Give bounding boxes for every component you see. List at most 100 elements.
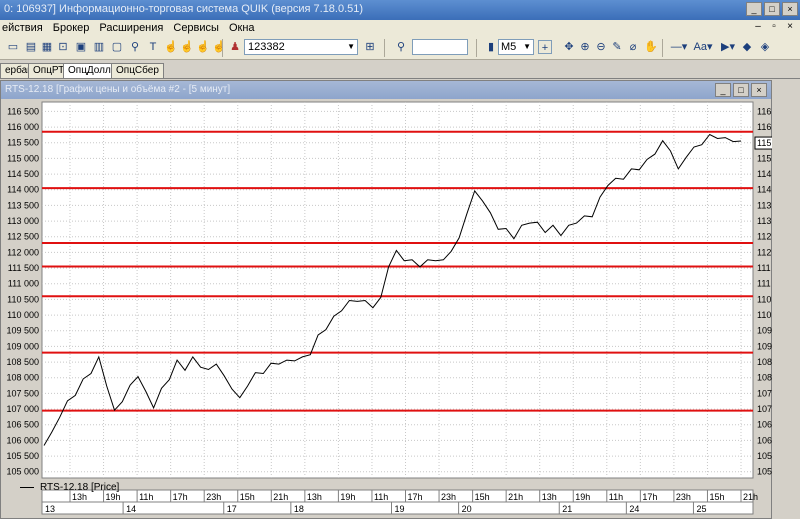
clear-icon[interactable]: ▣ <box>74 40 88 54</box>
minimize-button[interactable]: _ <box>746 2 762 16</box>
lock-icon[interactable]: ☝ <box>180 40 194 54</box>
hand-tool-icon[interactable]: ✋ <box>644 40 658 54</box>
fill-icon[interactable]: ◆ <box>740 40 754 54</box>
pin-icon[interactable]: ⚲ <box>128 40 142 54</box>
menu-broker[interactable]: Брокер <box>53 20 90 36</box>
search-input[interactable] <box>412 39 468 55</box>
y-tick-label-right: 116 500 <box>757 106 772 116</box>
list-icon[interactable]: ▢ <box>110 40 124 54</box>
mdi-restore-button[interactable]: ▫ <box>768 21 780 33</box>
y-tick-label-left: 114 500 <box>7 169 39 179</box>
y-tick-label-left: 115 500 <box>7 138 39 148</box>
menu-bar: ействия Брокер Расширения Сервисы Окна <box>0 20 800 36</box>
windows-icon[interactable]: ▭ <box>6 40 20 54</box>
account-select[interactable]: 123382 ▼ <box>244 39 358 55</box>
y-tick-label-left: 109 000 <box>6 341 39 351</box>
chevron-down-icon[interactable]: ▼ <box>523 40 531 54</box>
menu-services[interactable]: Сервисы <box>173 20 219 36</box>
y-tick-label-right: 105 500 <box>757 451 772 461</box>
font-icon[interactable]: Aa▾ <box>692 40 714 54</box>
day-tick-label: 24 <box>629 504 639 514</box>
mdi-close-button[interactable]: × <box>784 21 796 33</box>
y-tick-label-right: 108 500 <box>757 357 772 367</box>
day-tick-label: 19 <box>395 504 405 514</box>
y-tick-label-right: 108 000 <box>757 373 772 383</box>
y-tick-label-left: 108 000 <box>6 373 39 383</box>
y-tick-label-left: 113 000 <box>7 216 39 226</box>
mdi-minimize-button[interactable]: – <box>752 21 764 33</box>
time-tick-label: 13h <box>542 492 557 502</box>
y-tick-label-left: 112 500 <box>7 232 39 242</box>
move-icon[interactable]: ✥ <box>562 40 576 54</box>
separator <box>384 39 385 57</box>
y-tick-label-left: 105 500 <box>6 451 39 461</box>
day-tick-label: 20 <box>462 504 472 514</box>
hand-icon-2[interactable]: ☝ <box>196 40 210 54</box>
time-tick-label: 15h <box>709 492 724 502</box>
crosshair-icon[interactable]: + <box>538 40 552 54</box>
time-tick-label: 19h <box>575 492 590 502</box>
menu-actions[interactable]: ействия <box>2 20 43 36</box>
user-card-icon[interactable]: ⊞ <box>363 40 377 54</box>
pencil-icon[interactable]: ✎ <box>610 40 624 54</box>
y-tick-label-right: 112 500 <box>757 232 772 242</box>
tab-bar: ербанк ОпцРТС ОпцДоллар ОпцСбер <box>0 61 800 79</box>
close-button[interactable]: × <box>782 2 798 16</box>
right-strip <box>772 80 800 519</box>
search-icon[interactable]: ⚲ <box>394 40 408 54</box>
y-tick-label-left: 113 500 <box>7 200 39 210</box>
chart-legend: RTS-12.18 [Price] <box>20 482 119 493</box>
link-icon[interactable]: ⌀ <box>626 40 640 54</box>
y-tick-label-left: 106 500 <box>6 420 39 430</box>
y-tick-label-right: 115 000 <box>757 153 772 163</box>
period-select[interactable]: M5 ▼ <box>498 39 534 55</box>
zoom-in-icon[interactable]: ⊕ <box>578 40 592 54</box>
text-icon[interactable]: T <box>146 40 160 54</box>
line-style-icon[interactable]: —▾ <box>668 40 690 54</box>
y-tick-label-left: 111 000 <box>8 279 39 289</box>
y-tick-label-right: 107 500 <box>757 388 772 398</box>
menu-windows[interactable]: Окна <box>229 20 255 36</box>
grid-icon[interactable]: ◈ <box>758 40 772 54</box>
menu-extensions[interactable]: Расширения <box>99 20 163 36</box>
y-tick-label-right: 106 000 <box>757 435 772 445</box>
day-tick-label: 21 <box>562 504 572 514</box>
user-icon[interactable]: ♟ <box>228 40 242 54</box>
pause-icon[interactable]: ▤ <box>24 40 38 54</box>
time-tick-label: 19h <box>106 492 121 502</box>
time-tick-label: 17h <box>408 492 423 502</box>
time-tick-label: 23h <box>206 492 221 502</box>
time-tick-label: 19h <box>340 492 355 502</box>
y-tick-label-left: 107 000 <box>6 404 39 414</box>
y-tick-label-left: 115 000 <box>7 153 39 163</box>
bar-chart-icon[interactable]: ▮ <box>484 40 498 54</box>
magnifier-icon[interactable]: ⊡ <box>56 40 70 54</box>
plot-area <box>41 101 754 479</box>
day-tick-label: 25 <box>696 504 706 514</box>
y-tick-label-right: 109 500 <box>757 326 772 336</box>
y-tick-label-right: 114 500 <box>757 169 772 179</box>
legend-swatch <box>20 487 34 488</box>
time-tick-label: 13h <box>307 492 322 502</box>
toolbar: ▭ ▤ ▦ ⊡ ▣ ▥ ▢ ⚲ T ☝ ☝ ☝ ☝ ♟ ⊞ ⚲ ▮ + ✥ ⊕ … <box>0 36 800 60</box>
hand-icon-3[interactable]: ☝ <box>212 40 226 54</box>
period-value: M5 <box>501 41 517 53</box>
arrow-icon[interactable]: ▶▾ <box>718 40 738 54</box>
y-tick-label-right: 106 500 <box>757 420 772 430</box>
price-chart[interactable]: 105 000 105 000 105 500 105 500 106 000 106 0… <box>0 80 772 519</box>
y-tick-label-left: 110 000 <box>7 310 39 320</box>
info-icon[interactable]: ▥ <box>92 40 106 54</box>
y-tick-label-left: 114 000 <box>7 185 39 195</box>
zoom-out-icon[interactable]: ⊖ <box>594 40 608 54</box>
tab-opc-sber[interactable]: ОпцСбер <box>111 63 164 78</box>
y-tick-label-left: 112 000 <box>7 247 39 257</box>
maximize-button[interactable]: □ <box>764 2 780 16</box>
table-icon[interactable]: ▦ <box>40 40 54 54</box>
time-tick-label: 21h <box>743 492 758 502</box>
chevron-down-icon[interactable]: ▼ <box>347 40 355 54</box>
y-tick-label-left: 111 500 <box>8 263 39 273</box>
account-value: 123382 <box>248 41 285 53</box>
hand-icon[interactable]: ☝ <box>164 40 178 54</box>
y-tick-label-left: 107 500 <box>6 388 39 398</box>
y-tick-label-right: 114 000 <box>757 185 772 195</box>
